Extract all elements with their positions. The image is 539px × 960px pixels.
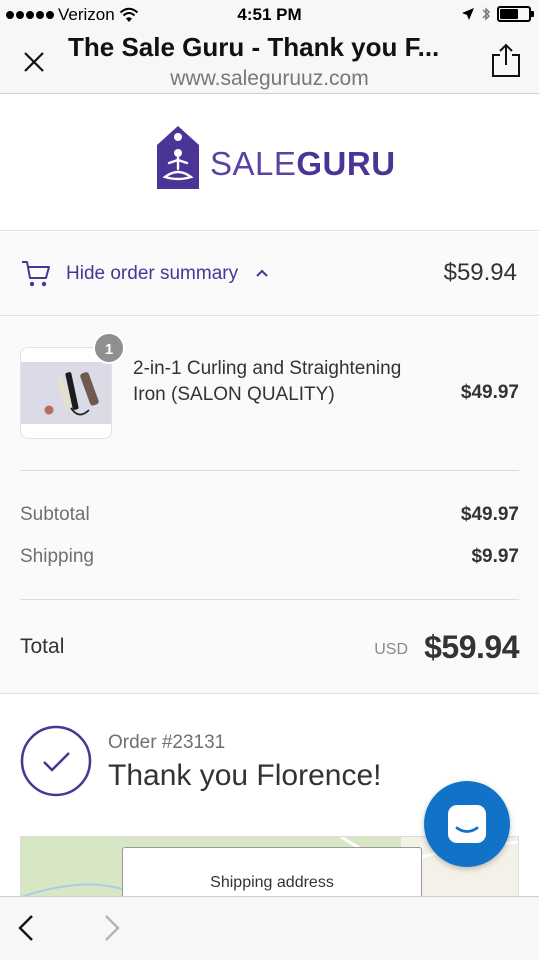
logo-text-sale: SALE (210, 145, 297, 182)
page-title: The Sale Guru - Thank you F... (68, 32, 440, 62)
chat-icon (448, 805, 486, 843)
back-arrow-icon[interactable] (12, 911, 42, 945)
hide-order-summary-link[interactable]: Hide order summary (66, 263, 238, 285)
browser-toolbar (0, 896, 539, 960)
product-image (20, 347, 112, 439)
battery-icon (497, 6, 534, 22)
total-value: $59.94 (424, 629, 519, 665)
browser-header: The Sale Guru - Thank you F... www.saleg… (0, 30, 539, 94)
shipping-label: Shipping (20, 546, 94, 567)
store-header: SALEGURU (0, 95, 539, 231)
summary-total: $59.94 (443, 259, 517, 286)
shipping-address-label: Shipping address (210, 874, 334, 891)
total-label: Total (20, 635, 65, 658)
order-number: Order #23131 (108, 732, 226, 753)
status-icons (461, 6, 534, 22)
divider (20, 470, 519, 471)
bluetooth-icon (482, 7, 490, 21)
clock: 4:51 PM (237, 5, 302, 24)
logo-text-guru: GURU (296, 145, 396, 182)
divider (20, 599, 519, 600)
chat-button[interactable] (424, 781, 510, 867)
check-icon (20, 725, 92, 797)
subtotal-label: Subtotal (20, 504, 90, 525)
share-icon[interactable] (489, 42, 523, 78)
product-name: 2-in-1 Curling and Straightening Iron (S… (133, 358, 402, 405)
order-summary: 1 2-in-1 Curling and Straightening Iron … (0, 317, 539, 694)
forward-arrow-icon[interactable] (96, 911, 126, 945)
order-summary-toggle[interactable]: Hide order summary $59.94 (0, 232, 539, 316)
quantity-badge: 1 (93, 332, 125, 364)
cart-icon (22, 261, 50, 287)
currency-code: USD (374, 641, 408, 658)
thank-you-heading: Thank you Florence! (108, 759, 382, 792)
chevron-up-icon (256, 269, 268, 277)
location-arrow-icon (462, 8, 474, 20)
subtotal-value: $49.97 (460, 504, 519, 525)
shipping-value: $9.97 (471, 546, 519, 567)
product-price: $49.97 (460, 382, 519, 403)
status-bar: Verizon 4:51 PM (0, 0, 539, 30)
page-url: www.saleguruuz.com (170, 67, 369, 90)
saleguru-logo-tag-icon (157, 126, 199, 189)
saleguru-logo: SALEGURU (210, 145, 396, 183)
